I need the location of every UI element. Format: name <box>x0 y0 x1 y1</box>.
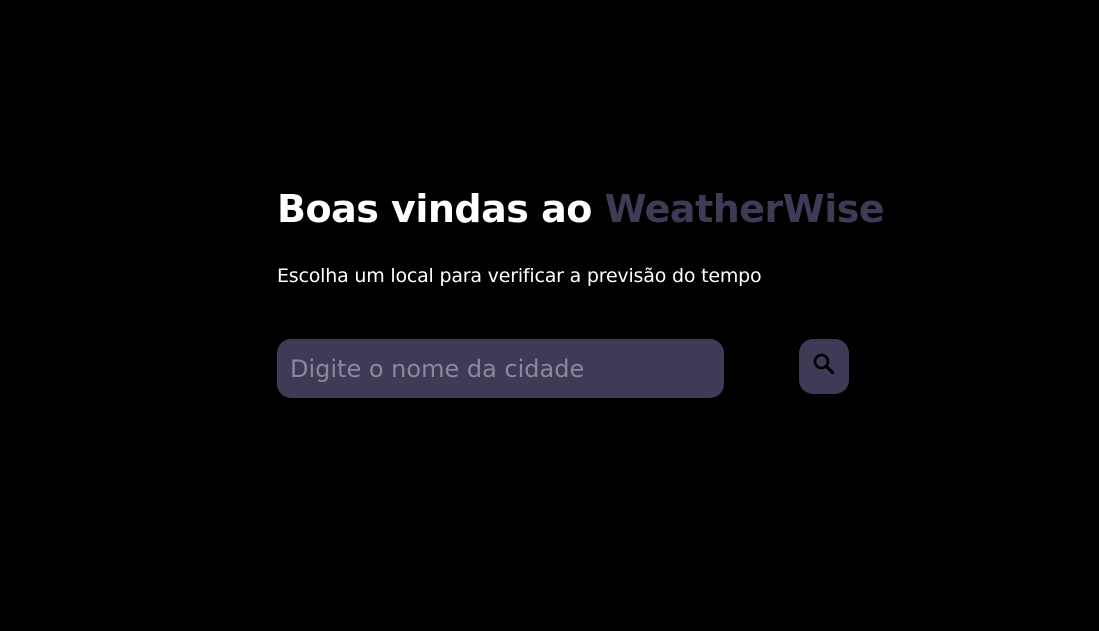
search-icon <box>813 353 835 375</box>
brand-name: WeatherWise <box>604 187 885 231</box>
welcome-section: Boas vindas ao WeatherWise Escolha um lo… <box>277 182 885 287</box>
page-title: Boas vindas ao WeatherWise <box>277 182 885 236</box>
search-button[interactable] <box>799 339 849 394</box>
city-search-input[interactable] <box>277 339 724 398</box>
page: Boas vindas ao WeatherWise Escolha um lo… <box>0 0 1099 631</box>
page-subtitle: Escolha um local para verificar a previs… <box>277 265 762 287</box>
title-prefix: Boas vindas ao <box>277 187 605 231</box>
